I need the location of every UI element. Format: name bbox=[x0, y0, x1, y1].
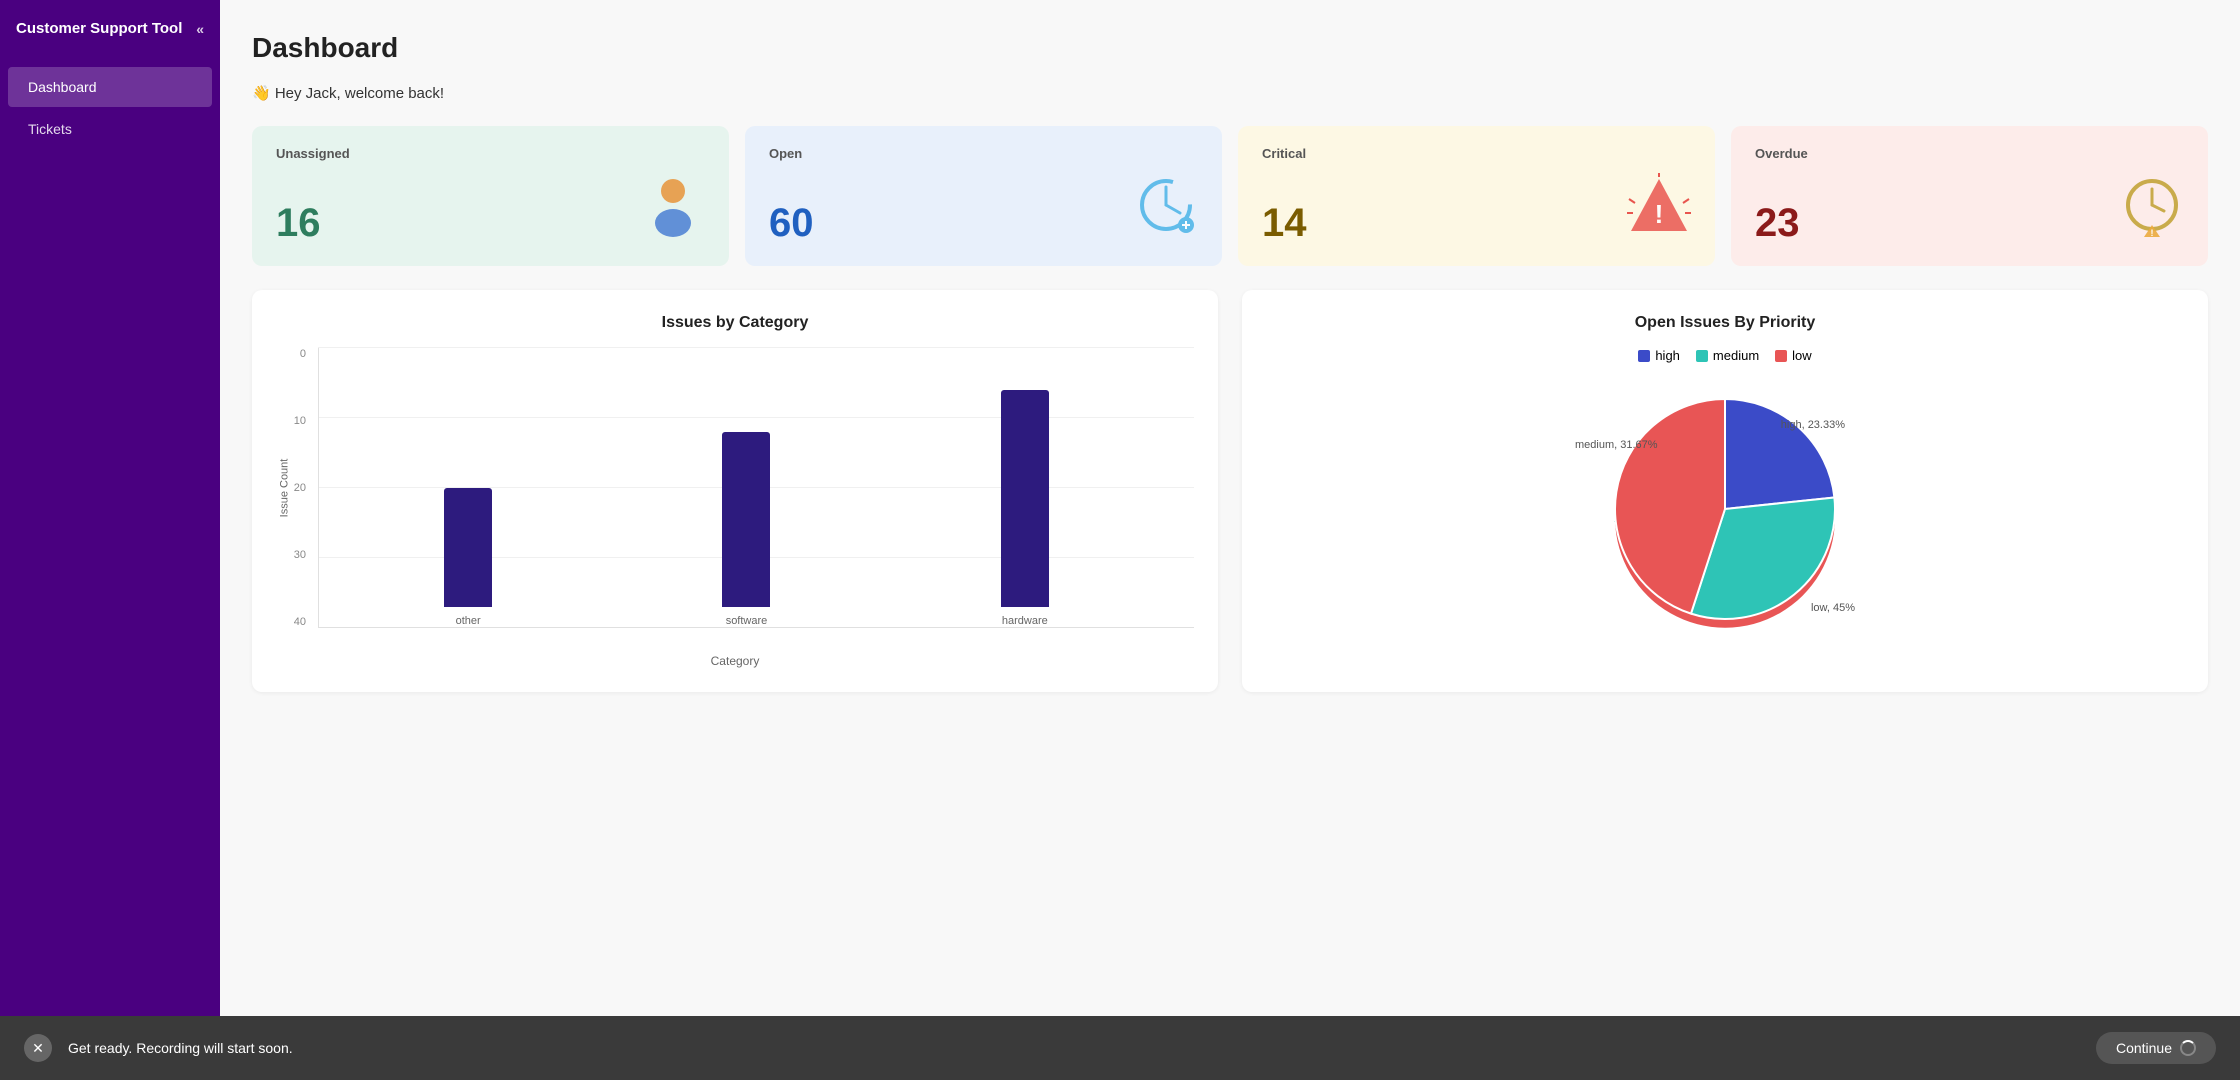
bar-chart-title: Issues by Category bbox=[276, 314, 1194, 332]
pie-label-high: high, 23.33% bbox=[1781, 419, 1845, 431]
bar-hardware: hardware bbox=[1001, 390, 1049, 627]
svg-text:!: ! bbox=[1655, 199, 1664, 229]
pie-label-low: low, 45% bbox=[1811, 602, 1855, 614]
stat-card-open: Open 60 bbox=[745, 126, 1222, 266]
bar-software-rect bbox=[722, 432, 770, 607]
app-name: Customer Support Tool bbox=[16, 20, 182, 37]
bar-other-rect bbox=[444, 488, 492, 607]
y-axis-title: Issue Count bbox=[278, 459, 290, 518]
charts-row: Issues by Category 40 30 20 10 0 Issue C… bbox=[252, 290, 2208, 692]
stat-card-unassigned: Unassigned 16 bbox=[252, 126, 729, 266]
sidebar-nav: Dashboard Tickets bbox=[0, 57, 220, 1032]
sidebar-item-dashboard[interactable]: Dashboard bbox=[8, 67, 212, 107]
legend-label-medium: medium bbox=[1713, 348, 1759, 363]
bar-chart-container: 40 30 20 10 0 Issue Count bbox=[276, 348, 1194, 668]
legend-label-low: low bbox=[1792, 348, 1812, 363]
critical-icon: ! bbox=[1627, 173, 1691, 250]
legend-high: high bbox=[1638, 348, 1680, 363]
bar-chart-card: Issues by Category 40 30 20 10 0 Issue C… bbox=[252, 290, 1218, 692]
bar-software: software bbox=[722, 432, 770, 627]
x-axis-title: Category bbox=[276, 654, 1194, 668]
bar-hardware-label: hardware bbox=[1002, 615, 1048, 627]
stat-label-critical: Critical bbox=[1262, 146, 1691, 161]
stat-label-overdue: Overdue bbox=[1755, 146, 2184, 161]
legend-dot-high bbox=[1638, 350, 1650, 362]
pie-chart-title: Open Issues By Priority bbox=[1266, 314, 2184, 332]
sidebar-header: Customer Support Tool « bbox=[0, 0, 220, 57]
legend-dot-low bbox=[1775, 350, 1787, 362]
stat-label-open: Open bbox=[769, 146, 1198, 161]
continue-spinner bbox=[2180, 1040, 2196, 1056]
pie-svg-wrapper: high, 23.33% medium, 31.67% low, 45% bbox=[1585, 379, 1865, 644]
bar-other-label: other bbox=[456, 615, 481, 627]
sidebar-item-tickets[interactable]: Tickets bbox=[8, 109, 212, 149]
pie-chart-card: Open Issues By Priority high medium low bbox=[1242, 290, 2208, 692]
toast-close-button[interactable]: ✕ bbox=[24, 1034, 52, 1062]
pie-legend: high medium low bbox=[1638, 348, 1811, 363]
toast-bar: ✕ Get ready. Recording will start soon. … bbox=[0, 1016, 2240, 1080]
sidebar: Customer Support Tool « Dashboard Ticket… bbox=[0, 0, 220, 1080]
legend-medium: medium bbox=[1696, 348, 1759, 363]
page-title: Dashboard bbox=[252, 32, 2208, 64]
sidebar-collapse-icon[interactable]: « bbox=[196, 21, 204, 37]
toast-continue-button[interactable]: Continue bbox=[2096, 1032, 2216, 1064]
legend-label-high: high bbox=[1655, 348, 1680, 363]
unassigned-icon bbox=[641, 173, 705, 250]
bar-hardware-rect bbox=[1001, 390, 1049, 607]
stat-card-overdue: Overdue 23 ! bbox=[1731, 126, 2208, 266]
svg-text:!: ! bbox=[2151, 228, 2154, 237]
toast-message: Get ready. Recording will start soon. bbox=[68, 1040, 2080, 1056]
legend-dot-medium bbox=[1696, 350, 1708, 362]
main-content: Dashboard 👋 Hey Jack, welcome back! Unas… bbox=[220, 0, 2240, 1080]
legend-low: low bbox=[1775, 348, 1812, 363]
stat-card-critical: Critical 14 ! bbox=[1238, 126, 1715, 266]
pie-label-medium: medium, 31.67% bbox=[1575, 439, 1658, 451]
bar-other: other bbox=[444, 488, 492, 627]
stat-label-unassigned: Unassigned bbox=[276, 146, 705, 161]
open-icon bbox=[1134, 173, 1198, 250]
stats-cards-row: Unassigned 16 Open 60 bbox=[252, 126, 2208, 266]
bar-software-label: software bbox=[726, 615, 768, 627]
overdue-icon: ! bbox=[2120, 173, 2184, 250]
welcome-message: 👋 Hey Jack, welcome back! bbox=[252, 84, 2208, 102]
pie-chart-container: high medium low bbox=[1266, 348, 2184, 644]
bar-chart-area: other software hardware bbox=[318, 348, 1194, 628]
